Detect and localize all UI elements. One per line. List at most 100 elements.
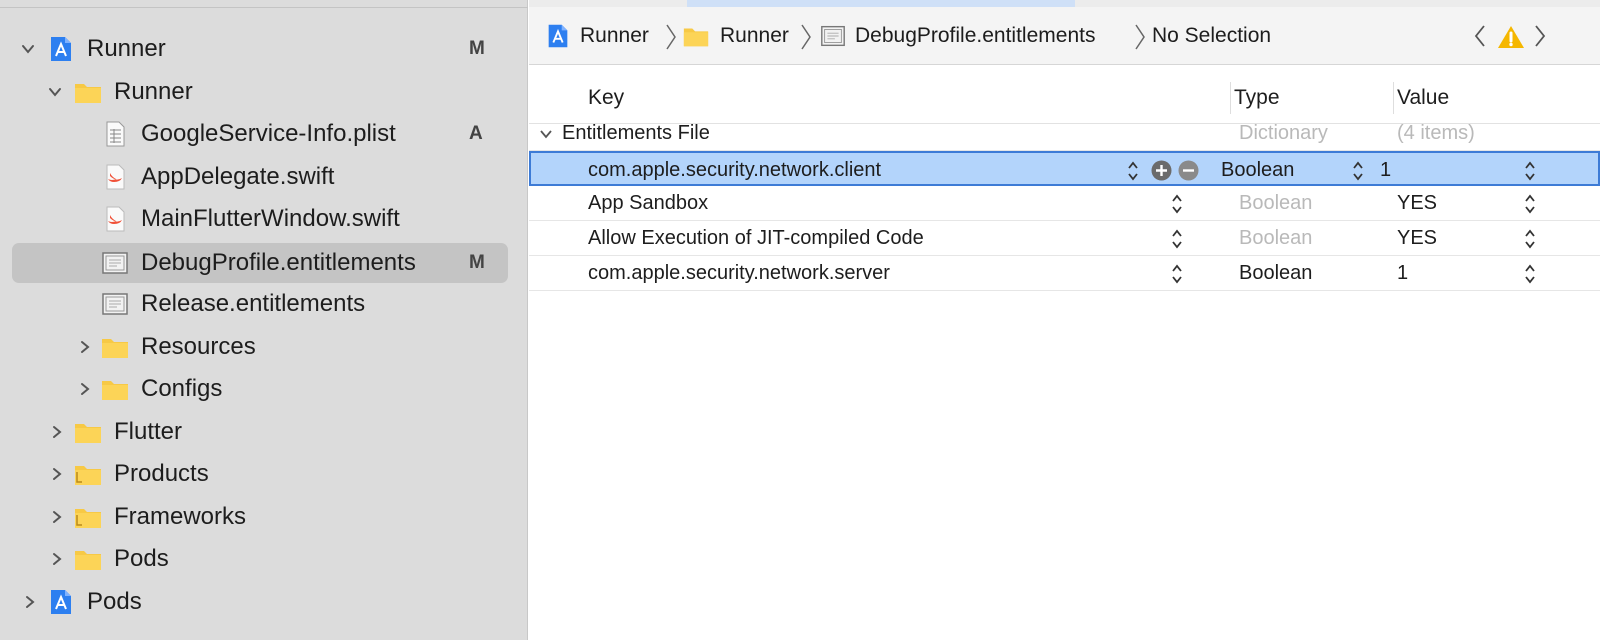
source-control-badge: M xyxy=(469,38,485,59)
plist-key[interactable]: Allow Execution of JIT-compiled Code xyxy=(588,221,924,256)
plist-type: Boolean xyxy=(1239,192,1313,214)
plist-key[interactable]: com.apple.security.network.server xyxy=(588,256,890,291)
navigator-item-runner-folder[interactable]: Runner xyxy=(0,72,528,112)
active-tab-indicator[interactable] xyxy=(687,0,1075,7)
folder-icon xyxy=(73,77,103,107)
column-divider[interactable] xyxy=(1230,82,1231,114)
breadcrumb-separator-icon xyxy=(665,23,677,51)
value-popup[interactable] xyxy=(1523,256,1539,291)
breadcrumb-no-selection[interactable]: No Selection xyxy=(1152,7,1271,65)
xcode-project-icon xyxy=(46,34,76,64)
plist-type[interactable]: Boolean xyxy=(1239,256,1312,291)
navigator-item-label: Frameworks xyxy=(114,503,247,530)
navigator-item-mainflutterwindow-swift[interactable]: MainFlutterWindow.swift xyxy=(0,199,528,239)
plist-row[interactable]: com.apple.security.network.server Boolea… xyxy=(529,256,1600,291)
navigator-item-runner-project[interactable]: Runner M xyxy=(0,29,528,69)
navigator-item-products[interactable]: Products xyxy=(0,454,528,494)
chevron-right-icon[interactable] xyxy=(48,508,66,526)
chevron-down-icon[interactable] xyxy=(19,40,37,58)
next-issue-button[interactable] xyxy=(1529,21,1551,51)
jump-bar: Runner Runner DebugProfile.entitlements … xyxy=(529,7,1600,65)
chevron-right-icon[interactable] xyxy=(48,550,66,568)
plus-circle-icon xyxy=(1151,160,1172,181)
breadcrumb-entitlements-file[interactable]: DebugProfile.entitlements xyxy=(819,7,1095,65)
chevron-down-icon[interactable] xyxy=(46,83,64,101)
chevron-right-icon[interactable] xyxy=(21,593,39,611)
breadcrumb-separator-icon xyxy=(800,23,812,51)
folder-icon xyxy=(73,502,103,532)
navigator-item-release-entitlements[interactable]: Release.entitlements xyxy=(0,284,528,324)
plist-type[interactable]: Boolean xyxy=(1221,153,1294,188)
remove-item-button[interactable] xyxy=(1178,153,1199,188)
navigator-item-debugprofile-entitlements[interactable]: DebugProfile.entitlements M xyxy=(0,243,528,283)
key-stepper[interactable] xyxy=(1170,186,1186,221)
navigator-top-divider xyxy=(0,0,528,8)
navigator-item-label: MainFlutterWindow.swift xyxy=(141,205,400,232)
breadcrumb-label: Runner xyxy=(580,24,649,47)
key-stepper[interactable] xyxy=(1170,256,1186,291)
breadcrumb-runner-folder[interactable]: Runner xyxy=(682,7,789,65)
swift-file-icon xyxy=(100,204,130,234)
disclosure-chevron-down-icon[interactable] xyxy=(538,116,554,151)
plist-key[interactable]: Entitlements File xyxy=(562,116,710,151)
value-popup[interactable] xyxy=(1523,186,1539,221)
warning-icon[interactable] xyxy=(1497,24,1525,50)
chevron-right-icon[interactable] xyxy=(48,423,66,441)
navigator-item-frameworks[interactable]: Frameworks xyxy=(0,497,528,537)
updown-arrows-icon xyxy=(1523,228,1539,250)
entitlements-file-icon xyxy=(100,248,130,278)
navigator-item-configs[interactable]: Configs xyxy=(0,369,528,409)
plist-value[interactable]: 1 xyxy=(1380,153,1391,188)
xcode-project-icon xyxy=(46,587,76,617)
navigator-item-label: Resources xyxy=(141,333,256,360)
navigator-item-appdelegate-swift[interactable]: AppDelegate.swift xyxy=(0,157,528,197)
type-popup[interactable] xyxy=(1351,153,1367,188)
key-stepper[interactable] xyxy=(1126,153,1142,188)
value-popup[interactable] xyxy=(1523,221,1539,256)
plist-value[interactable]: 1 xyxy=(1397,256,1408,291)
folder-icon xyxy=(73,459,103,489)
folder-icon xyxy=(100,374,130,404)
plist-row[interactable]: App Sandbox Boolean YES xyxy=(529,186,1600,221)
updown-arrows-icon xyxy=(1170,263,1186,285)
plist-key[interactable]: App Sandbox xyxy=(588,186,708,221)
breadcrumb-runner-project[interactable]: Runner xyxy=(544,7,649,65)
add-item-button[interactable] xyxy=(1151,153,1172,188)
folder-icon xyxy=(683,28,709,47)
updown-arrows-icon xyxy=(1523,263,1539,285)
plist-value[interactable]: YES xyxy=(1397,221,1437,256)
chevron-right-icon xyxy=(1535,25,1546,47)
navigator-item-googleservice-plist[interactable]: GoogleService-Info.plist A xyxy=(0,114,528,154)
plist-key[interactable]: com.apple.security.network.client xyxy=(588,153,881,188)
plist-root-row[interactable]: Entitlements File Dictionary (4 items) xyxy=(529,116,1600,151)
updown-arrows-icon xyxy=(1170,228,1186,250)
navigator-item-pods-project[interactable]: Pods xyxy=(0,582,528,622)
plist-row[interactable]: com.apple.security.network.client Boolea… xyxy=(529,151,1600,186)
value-popup[interactable] xyxy=(1523,153,1539,188)
chevron-right-icon[interactable] xyxy=(76,380,94,398)
plist-value: (4 items) xyxy=(1397,122,1475,144)
breadcrumb-label: No Selection xyxy=(1152,24,1272,47)
plist-value[interactable]: YES xyxy=(1397,186,1437,221)
navigator-item-resources[interactable]: Resources xyxy=(0,327,528,367)
navigator-item-label: Pods xyxy=(114,545,169,572)
entitlements-file-icon xyxy=(100,289,130,319)
key-stepper[interactable] xyxy=(1170,221,1186,256)
entitlements-file-icon xyxy=(821,25,845,47)
navigator-item-pods-folder[interactable]: Pods xyxy=(0,539,528,579)
editor-area: Runner Runner DebugProfile.entitlements … xyxy=(529,0,1600,640)
previous-issue-button[interactable] xyxy=(1469,21,1491,51)
folder-icon xyxy=(100,332,130,362)
tab-strip xyxy=(529,0,1600,7)
plist-row[interactable]: Allow Execution of JIT-compiled Code Boo… xyxy=(529,221,1600,256)
navigator-item-label: Pods xyxy=(87,588,142,615)
plist-type: Boolean xyxy=(1239,227,1313,249)
column-divider[interactable] xyxy=(1393,82,1394,114)
xcode-project-icon xyxy=(548,24,568,48)
navigator-item-flutter[interactable]: Flutter xyxy=(0,412,528,452)
chevron-right-icon[interactable] xyxy=(48,465,66,483)
folder-icon xyxy=(73,544,103,574)
chevron-right-icon[interactable] xyxy=(76,338,94,356)
swift-file-icon xyxy=(100,162,130,192)
updown-arrows-icon xyxy=(1126,160,1142,182)
